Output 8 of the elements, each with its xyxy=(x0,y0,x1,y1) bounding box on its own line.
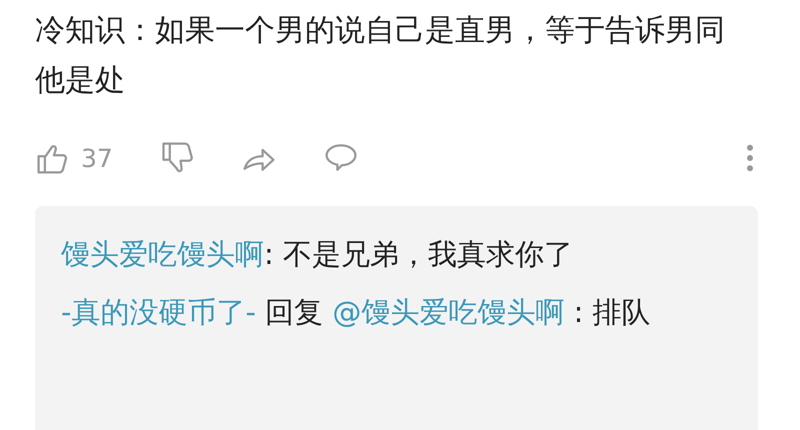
comment-text: 冷知识：如果一个男的说自己是直男，等于告诉男同他是处 xyxy=(35,12,726,100)
like-count: 37 xyxy=(81,144,113,172)
user-link[interactable]: -真的没硬币了- xyxy=(61,295,256,329)
reply-text: 馒头爱吃馒头啊: 不是兄弟，我真求你了 xyxy=(61,236,574,273)
more-icon[interactable] xyxy=(745,144,755,172)
reply-text: -真的没硬币了- 回复 @馒头爱吃馒头啊 : 排队 xyxy=(61,294,652,331)
user-link[interactable]: 馒头爱吃馒头啊 xyxy=(61,237,264,271)
user-link[interactable]: @馒头爱吃馒头啊 xyxy=(332,295,564,329)
